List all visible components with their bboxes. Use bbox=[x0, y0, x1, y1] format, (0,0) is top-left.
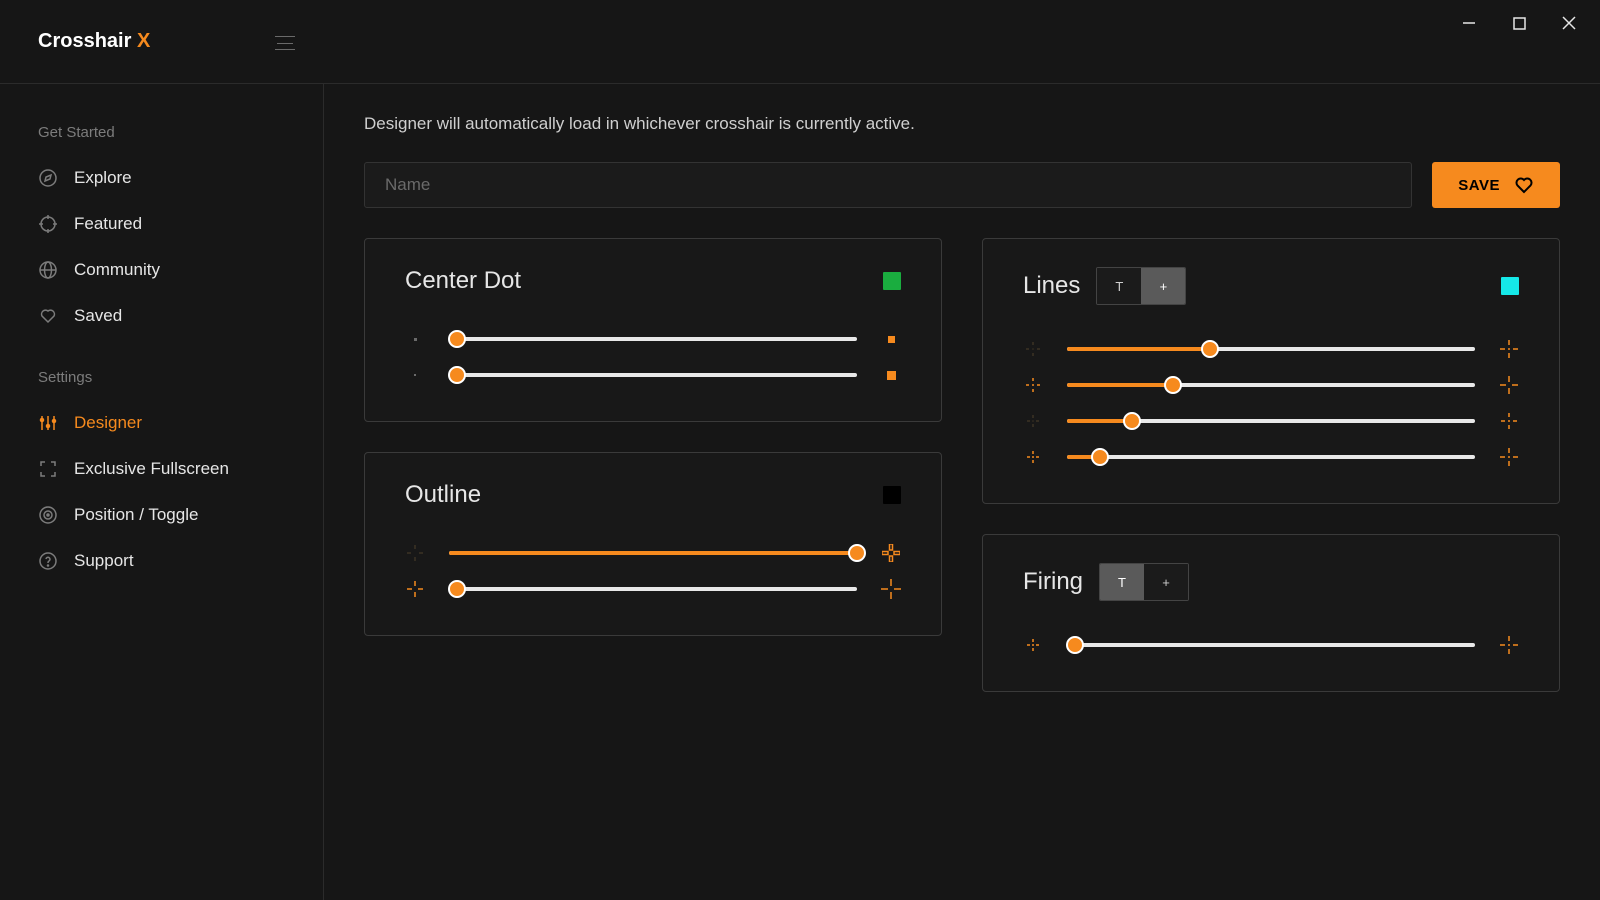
lines-min-2-icon bbox=[1023, 375, 1043, 395]
sidebar-item-label: Explore bbox=[74, 168, 132, 188]
sidebar-item-explore[interactable]: Explore bbox=[38, 155, 303, 201]
help-icon bbox=[38, 551, 58, 571]
card-title: Center Dot bbox=[405, 267, 521, 295]
lines-max-2-icon bbox=[1499, 375, 1519, 395]
brand-text: Crosshair bbox=[38, 30, 137, 52]
slider-lines-1[interactable] bbox=[1067, 346, 1475, 352]
sidebar: Get Started Explore Featured Community S… bbox=[0, 84, 324, 900]
app-brand: Crosshair X bbox=[38, 30, 150, 53]
outline-narrow-icon bbox=[405, 579, 425, 599]
lines-mode-toggle: T + bbox=[1096, 267, 1186, 305]
sidebar-item-label: Featured bbox=[74, 214, 142, 234]
sidebar-item-designer[interactable]: Designer bbox=[38, 400, 303, 446]
slider-lines-3[interactable] bbox=[1067, 418, 1475, 424]
outline-thick-icon bbox=[881, 543, 901, 563]
sidebar-item-label: Community bbox=[74, 260, 160, 280]
card-lines: Lines T + bbox=[982, 238, 1560, 504]
slider-lines-4[interactable] bbox=[1067, 454, 1475, 460]
sidebar-item-community[interactable]: Community bbox=[38, 247, 303, 293]
firing-mode-toggle: T + bbox=[1099, 563, 1189, 601]
card-title: Outline bbox=[405, 481, 481, 509]
dot-large-icon bbox=[881, 365, 901, 385]
slider-center-dot-1[interactable] bbox=[449, 336, 857, 342]
sidebar-item-support[interactable]: Support bbox=[38, 538, 303, 584]
sidebar-item-label: Position / Toggle bbox=[74, 505, 198, 525]
outline-thin-icon bbox=[405, 543, 425, 563]
firing-max-icon bbox=[1499, 635, 1519, 655]
compass-icon bbox=[38, 168, 58, 188]
heart-icon bbox=[38, 306, 58, 326]
slider-center-dot-2[interactable] bbox=[449, 372, 857, 378]
dot-tiny-icon bbox=[405, 365, 425, 385]
fullscreen-icon bbox=[38, 459, 58, 479]
outline-wide-icon bbox=[881, 579, 901, 599]
lines-max-3-icon bbox=[1499, 411, 1519, 431]
sidebar-item-featured[interactable]: Featured bbox=[38, 201, 303, 247]
crosshair-icon bbox=[38, 214, 58, 234]
card-outline: Outline bbox=[364, 452, 942, 636]
globe-icon bbox=[38, 260, 58, 280]
sidebar-heading-get-started: Get Started bbox=[38, 124, 303, 141]
dot-medium-icon bbox=[881, 329, 901, 349]
lines-min-4-icon bbox=[1023, 447, 1043, 467]
sidebar-item-exclusive-fullscreen[interactable]: Exclusive Fullscreen bbox=[38, 446, 303, 492]
close-button[interactable] bbox=[1560, 14, 1578, 32]
sidebar-item-label: Exclusive Fullscreen bbox=[74, 459, 229, 479]
card-title: Lines bbox=[1023, 272, 1080, 300]
name-input[interactable] bbox=[364, 162, 1412, 208]
sidebar-item-saved[interactable]: Saved bbox=[38, 293, 303, 339]
heart-icon bbox=[1514, 175, 1534, 195]
sliders-icon bbox=[38, 413, 58, 433]
lines-mode-plus[interactable]: + bbox=[1141, 268, 1185, 304]
window-controls bbox=[1460, 14, 1578, 32]
dot-small-icon bbox=[405, 329, 425, 349]
lines-max-4-icon bbox=[1499, 447, 1519, 467]
color-swatch-center-dot[interactable] bbox=[883, 272, 901, 290]
lines-min-1-icon bbox=[1023, 339, 1043, 359]
firing-mode-plus[interactable]: + bbox=[1144, 564, 1188, 600]
sidebar-heading-settings: Settings bbox=[38, 369, 303, 386]
lines-min-3-icon bbox=[1023, 411, 1043, 431]
maximize-button[interactable] bbox=[1510, 14, 1528, 32]
slider-firing-1[interactable] bbox=[1067, 642, 1475, 648]
sidebar-item-label: Saved bbox=[74, 306, 122, 326]
sidebar-item-position-toggle[interactable]: Position / Toggle bbox=[38, 492, 303, 538]
sidebar-item-label: Designer bbox=[74, 413, 142, 433]
slider-lines-2[interactable] bbox=[1067, 382, 1475, 388]
firing-mode-t[interactable]: T bbox=[1100, 564, 1144, 600]
card-firing: Firing T + bbox=[982, 534, 1560, 692]
minimize-button[interactable] bbox=[1460, 14, 1478, 32]
firing-min-icon bbox=[1023, 635, 1043, 655]
slider-outline-2[interactable] bbox=[449, 586, 857, 592]
target-icon bbox=[38, 505, 58, 525]
lines-max-1-icon bbox=[1499, 339, 1519, 359]
slider-outline-1[interactable] bbox=[449, 550, 857, 556]
color-swatch-lines[interactable] bbox=[1501, 277, 1519, 295]
color-swatch-outline[interactable] bbox=[883, 486, 901, 504]
brand-x: X bbox=[137, 30, 150, 52]
card-title: Firing bbox=[1023, 568, 1083, 596]
lines-mode-t[interactable]: T bbox=[1097, 268, 1141, 304]
sidebar-item-label: Support bbox=[74, 551, 134, 571]
page-description: Designer will automatically load in whic… bbox=[364, 114, 1560, 134]
title-bar: Crosshair X bbox=[0, 0, 1600, 84]
save-button[interactable]: SAVE bbox=[1432, 162, 1560, 208]
card-center-dot: Center Dot bbox=[364, 238, 942, 422]
content-area: Designer will automatically load in whic… bbox=[324, 84, 1600, 900]
hamburger-icon[interactable] bbox=[275, 36, 295, 50]
save-label: SAVE bbox=[1458, 177, 1500, 194]
